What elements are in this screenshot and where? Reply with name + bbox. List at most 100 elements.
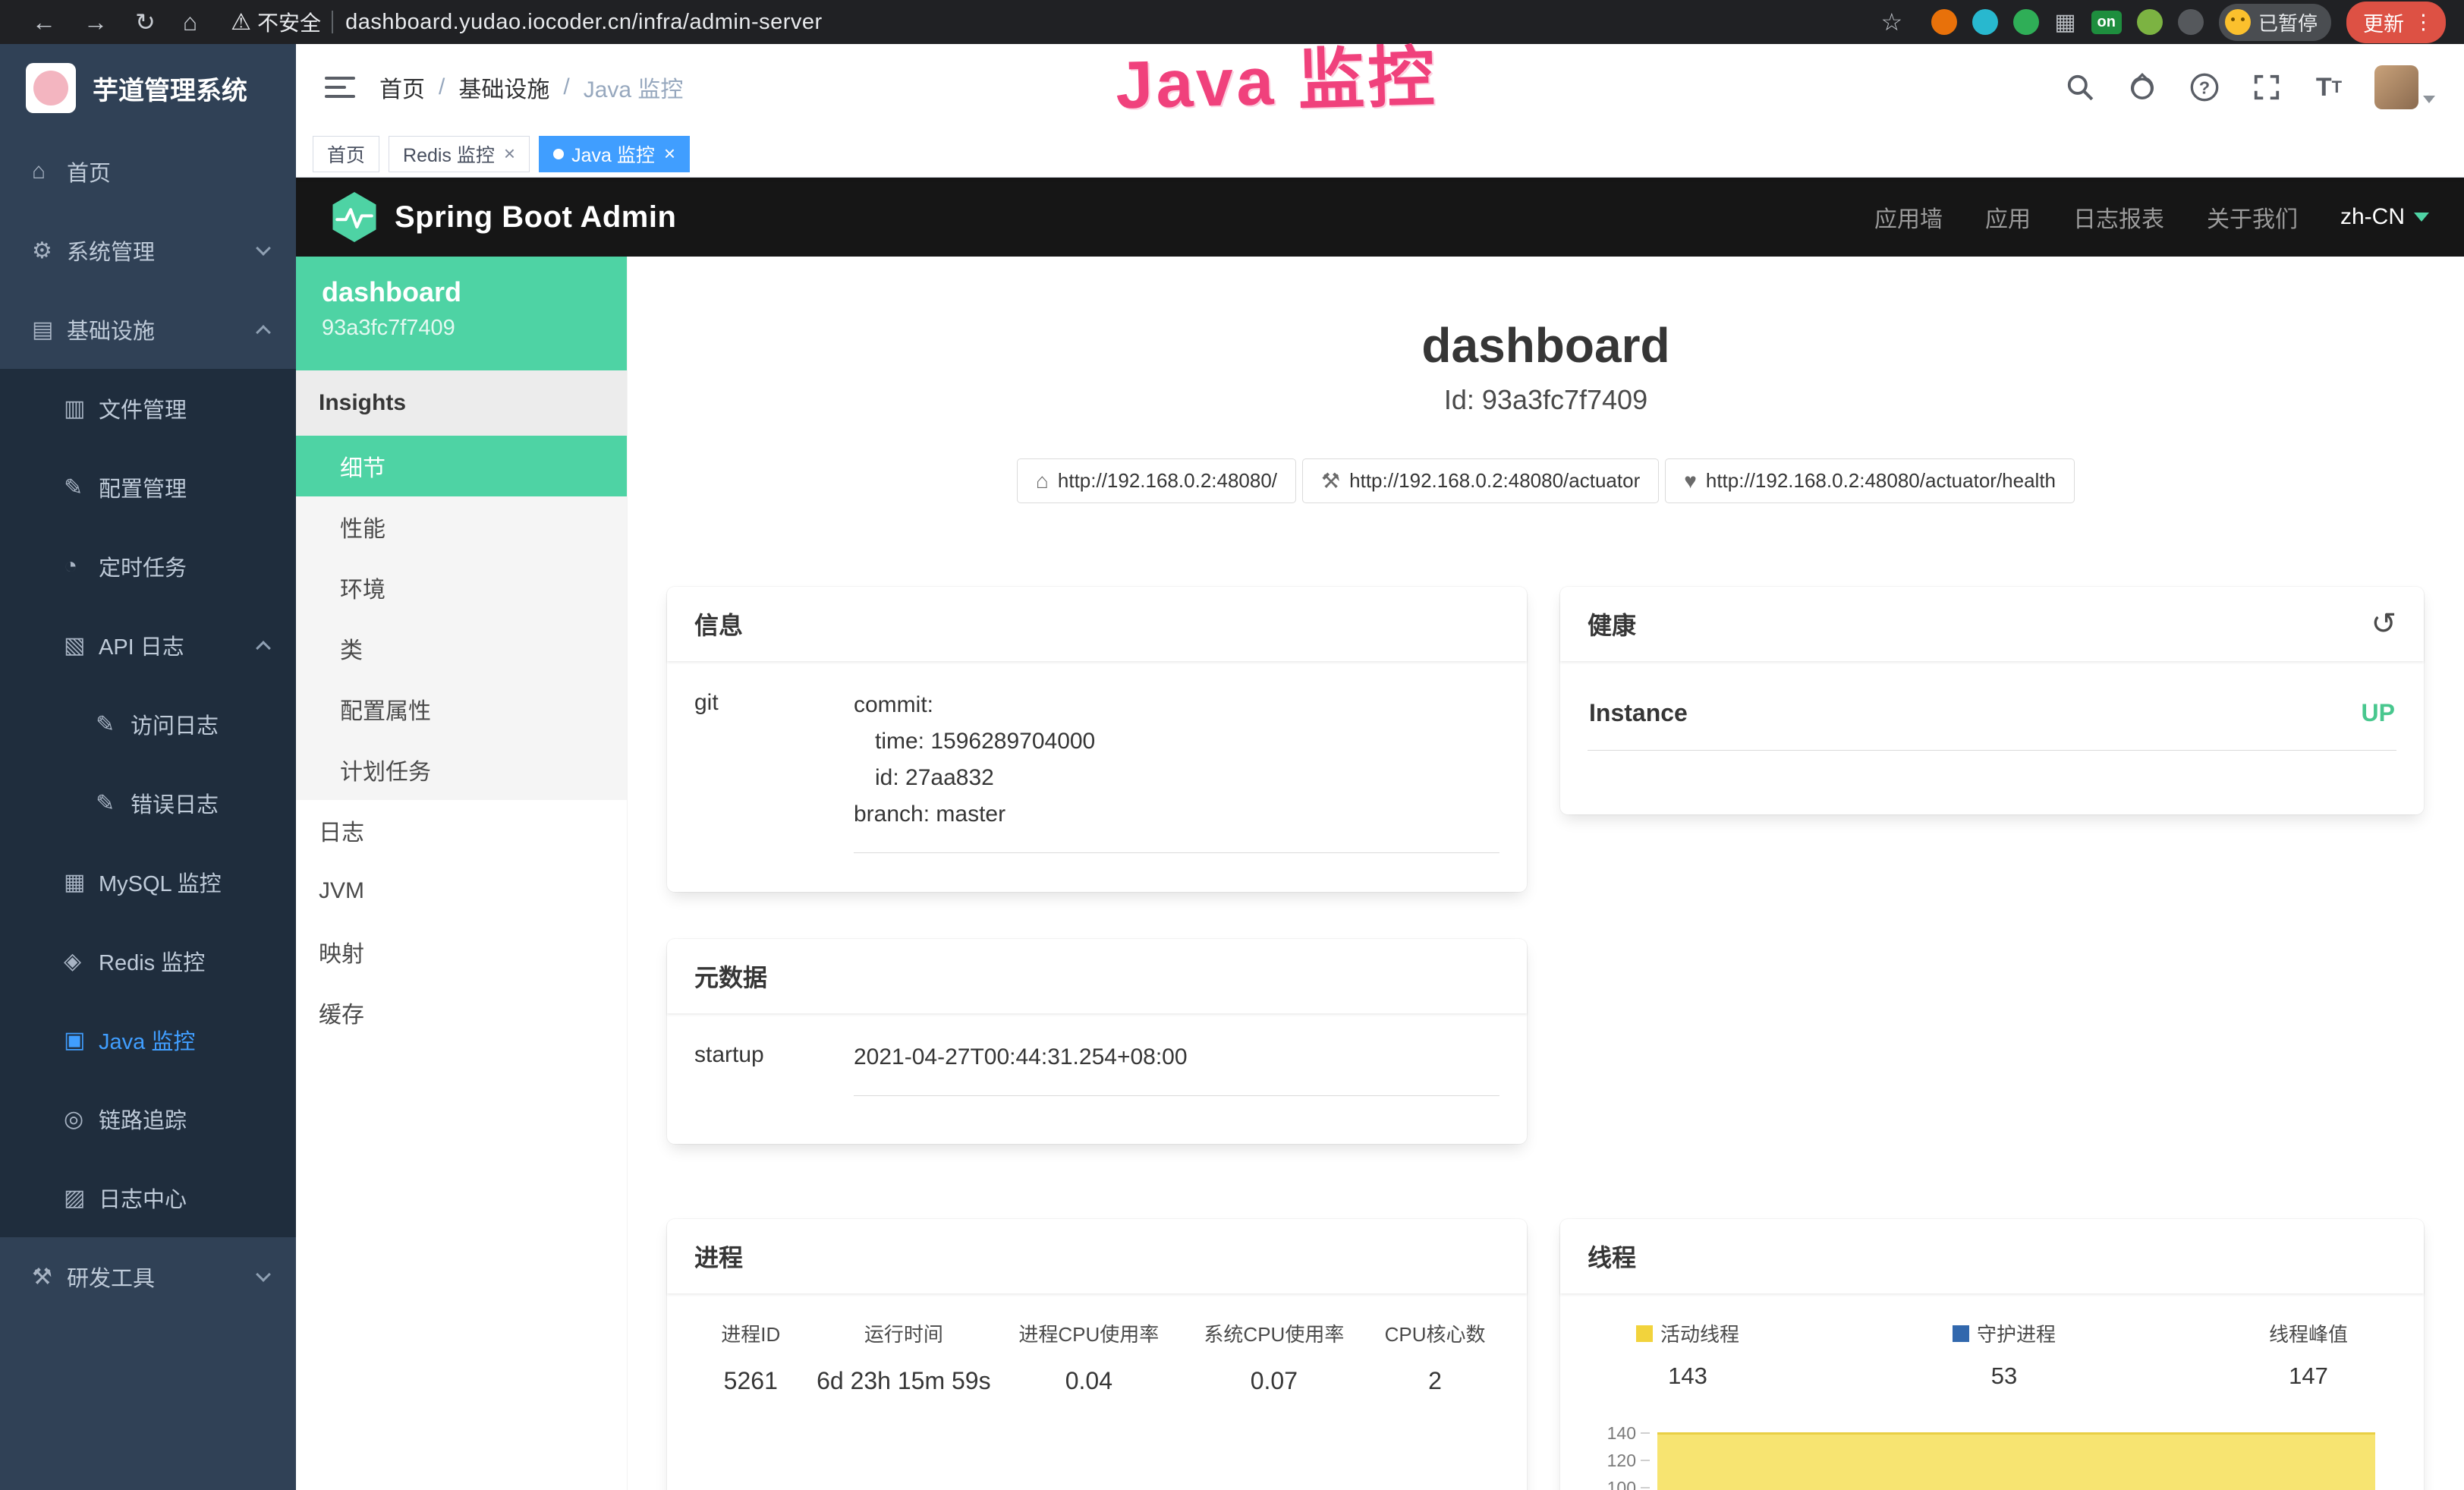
sba-nav-journal[interactable]: 日志报表 [2073,200,2164,234]
metadata-card: 元数据 startup 2021-04-27T00:44:31.254+08:0… [667,939,1527,1144]
sba-menu-metrics[interactable]: 性能 [296,496,627,557]
legend-item-peak: 线程峰值 147 [2269,1319,2348,1390]
sba-menu-scheduled-tasks[interactable]: 计划任务 [296,739,627,800]
git-commit-line: commit: [854,687,1499,723]
extension-icon[interactable] [2178,9,2204,35]
chevron-down-icon [256,1267,271,1282]
sba-nav-about[interactable]: 关于我们 [2207,200,2298,234]
sidebar-item-label: 文件管理 [99,392,187,424]
browser-back-button[interactable]: ← [32,8,56,36]
sidebar-item-log-center[interactable]: ▨ 日志中心 [0,1158,296,1237]
threads-chart: 140 120 100 [1588,1420,2396,1490]
spring-boot-admin-title[interactable]: Spring Boot Admin [395,200,676,235]
legend-value: 147 [2269,1362,2348,1390]
sidebar-item-label: 系统管理 [67,235,155,266]
help-icon[interactable]: ? [2188,71,2221,104]
link-label: http://192.168.0.2:48080/ [1058,469,1277,493]
sba-menu-caches[interactable]: 缓存 [296,982,627,1043]
paused-profile-chip[interactable]: 已暂停 [2219,4,2331,41]
tab-redis-monitor[interactable]: Redis 监控 × [389,136,530,172]
close-icon[interactable]: × [664,142,675,165]
card-title: 进程 [667,1219,1527,1293]
sba-nav-applications[interactable]: 应用 [1985,200,2031,234]
sba-menu-environment[interactable]: 环境 [296,557,627,618]
sba-nav-wallboard[interactable]: 应用墙 [1874,200,1943,234]
breadcrumb-home[interactable]: 首页 [379,71,425,104]
browser-home-button[interactable]: ⌂ [183,8,197,36]
extension-icon[interactable] [1931,9,1957,35]
trace-icon: ◎ [64,1106,99,1132]
extension-on-badge[interactable]: on [2091,11,2122,34]
chevron-up-icon [256,325,271,340]
info-card: 信息 git commit: time: 1596289704000 id: 2… [667,587,1527,892]
extension-icon[interactable] [2013,9,2039,35]
extension-icon[interactable] [2137,9,2163,35]
card-title: 线程 [1560,1219,2424,1293]
sidebar-item-label: 研发工具 [67,1261,155,1293]
sidebar-item-dev-tools[interactable]: ⚒ 研发工具 [0,1237,296,1316]
search-icon[interactable] [2063,71,2097,104]
edit-icon: ✎ [64,474,99,501]
security-warning-icon[interactable]: ⚠ [231,9,251,36]
hamburger-icon[interactable] [325,77,355,98]
address-bar[interactable]: dashboard.yudao.iocoder.cn/infra/admin-s… [345,10,823,35]
history-icon[interactable]: ↺ [2371,609,2396,639]
browser-reload-button[interactable]: ↻ [135,8,156,36]
actuator-url-button[interactable]: ⚒ http://192.168.0.2:48080/actuator [1302,458,1659,503]
user-menu[interactable] [2374,65,2435,109]
sidebar-item-files[interactable]: ▥ 文件管理 [0,369,296,448]
app-logo-row[interactable]: 芋道管理系统 [0,44,296,132]
sidebar-item-java-monitor[interactable]: ▣ Java 监控 [0,1000,296,1079]
sba-instance-header[interactable]: dashboard 93a3fc7f7409 [296,257,627,370]
process-value-uptime: 6d 23h 15m 59s [807,1367,1001,1395]
sidebar-item-scheduled-jobs[interactable]: ◔ 定时任务 [0,527,296,606]
sba-menu-config-props[interactable]: 配置属性 [296,679,627,739]
sidebar-item-label: 日志中心 [99,1182,187,1214]
extensions-grid-icon[interactable]: ▦ [2054,9,2075,35]
sidebar-item-home[interactable]: ⌂ 首页 [0,132,296,211]
tab-home[interactable]: 首页 [313,136,379,172]
sidebar-item-config[interactable]: ✎ 配置管理 [0,448,296,527]
log-center-icon: ▨ [64,1185,99,1211]
chevron-down-icon [2423,96,2435,103]
chevron-down-icon [256,241,271,256]
sba-menu-classes[interactable]: 类 [296,618,627,679]
instance-url-button[interactable]: ⌂ http://192.168.0.2:48080/ [1017,458,1296,503]
sidebar-item-mysql-monitor[interactable]: ▦ MySQL 监控 [0,843,296,921]
kebab-menu-icon[interactable]: ⋮ [2413,11,2434,34]
sidebar-item-tracing[interactable]: ◎ 链路追踪 [0,1079,296,1158]
tick-mark [1641,1487,1650,1488]
tab-java-monitor[interactable]: Java 监控 × [539,136,690,172]
sba-language-select[interactable]: zh-CN [2340,204,2429,230]
sba-menu-jvm[interactable]: JVM [296,861,627,921]
sba-menu-details[interactable]: 细节 [296,436,627,496]
tab-label: Java 监控 [571,140,655,168]
breadcrumb-infra[interactable]: 基础设施 [458,71,549,104]
font-size-icon[interactable]: TT [2312,71,2346,104]
process-header-pid: 进程ID [694,1319,807,1347]
chrome-update-button[interactable]: 更新 ⋮ [2346,2,2446,43]
sidebar-item-access-log[interactable]: ✎ 访问日志 [0,685,296,764]
security-label[interactable]: 不安全 [257,7,321,37]
sidebar-item-api-log[interactable]: ▧ API 日志 [0,606,296,685]
sidebar-item-system[interactable]: ⚙ 系统管理 [0,211,296,290]
sba-menu-mappings[interactable]: 映射 [296,921,627,982]
page-title: dashboard [667,317,2425,373]
bookmark-star-icon[interactable]: ☆ [1881,8,1903,36]
java-monitor-icon: ▣ [64,1027,99,1054]
close-icon[interactable]: × [504,142,515,165]
sba-menu-logs[interactable]: 日志 [296,800,627,861]
sba-menu-insights[interactable]: Insights [296,370,627,436]
browser-forward-button[interactable]: → [83,8,108,36]
process-header-cpus: CPU核心数 [1370,1319,1499,1347]
sidebar-item-error-log[interactable]: ✎ 错误日志 [0,764,296,843]
extension-icon[interactable] [1972,9,1998,35]
sidebar-item-infra[interactable]: ▤ 基础设施 [0,290,296,369]
github-icon[interactable] [2126,71,2159,104]
sidebar-item-redis-monitor[interactable]: ◈ Redis 监控 [0,921,296,1000]
health-url-button[interactable]: ♥ http://192.168.0.2:48080/actuator/heal… [1665,458,2075,503]
breadcrumb: 首页 / 基础设施 / Java 监控 [379,71,683,104]
fullscreen-icon[interactable] [2250,71,2283,104]
legend-swatch-blue [1953,1325,1969,1342]
infrastructure-icon: ▤ [32,317,67,343]
